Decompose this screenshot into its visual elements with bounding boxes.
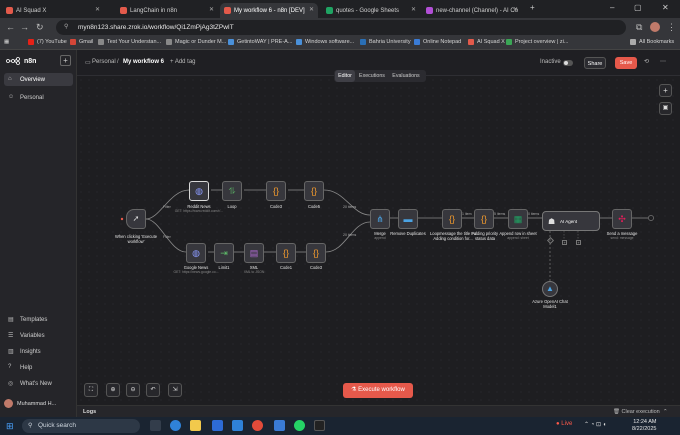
undo-icon[interactable]: ↶ (146, 383, 160, 397)
limit-icon: ⇥ (220, 248, 228, 258)
code3-node[interactable]: {} (266, 181, 286, 201)
file-explorer-icon[interactable] (190, 420, 201, 431)
node-label: When clicking 'Execute workflow' (115, 234, 157, 244)
add-memory-icon[interactable]: + (562, 240, 567, 245)
live-badge[interactable]: ● Live (556, 421, 572, 427)
zoom-to-fit-icon[interactable]: ⛶ (84, 383, 98, 397)
globe-icon: ◍ (195, 186, 203, 196)
system-tray-icons[interactable]: ⌃ ◔ ⊡ ◖ (584, 421, 606, 428)
remove-duplicates-node[interactable]: ▬ (398, 209, 418, 229)
node-subtitle: GET: https://news.google.co... (173, 270, 219, 274)
screen: AI Squad X ✕ LangChain in n8n ✕ My workf… (0, 0, 680, 435)
search-icon: ⚲ (28, 423, 33, 429)
azure-openai-node[interactable]: ▲ (542, 281, 558, 297)
code5-node[interactable]: {} (304, 181, 324, 201)
connection (323, 189, 371, 216)
windows-start-icon[interactable]: ⊞ (6, 421, 14, 432)
node-label: Code3 (309, 265, 323, 270)
clear-execution-button[interactable]: 🗑 Clear execution (613, 409, 660, 415)
zoom-in-icon[interactable]: ⊕ (106, 383, 120, 397)
priority-status-node[interactable]: {} (474, 209, 494, 229)
code1-node[interactable]: {} (276, 243, 296, 263)
chrome-icon[interactable] (252, 420, 263, 431)
task-view-icon[interactable] (150, 420, 161, 431)
node-subtitle: GET: https://www.reddit.com/r/... (174, 209, 224, 213)
node-subtitle: append (374, 236, 386, 240)
execute-workflow-button[interactable]: ⚗ Execute workflow (343, 383, 413, 398)
trigger-marker-icon (120, 217, 124, 221)
node-subtitle: append: sheet (507, 236, 529, 240)
os-taskbar: ⊞ ⚲ Quick search ● Live ⌃ ◔ ⊡ ◖ 12:24 AM… (0, 417, 680, 435)
node-subtitle: send: message (610, 236, 634, 240)
end-connector-icon (648, 215, 654, 221)
ai-agent-node[interactable]: ☗ AI Agent (542, 211, 600, 231)
append-sheet-node[interactable]: ▦ (508, 209, 528, 229)
code3-bottom-node[interactable]: {} (306, 243, 326, 263)
code-icon: {} (448, 214, 455, 224)
tidy-up-icon[interactable]: ⇲ (168, 383, 182, 397)
trash-icon: 🗑 (613, 409, 620, 415)
cursor-icon: ➚ (132, 214, 140, 223)
merge-node[interactable]: ⋔ (370, 209, 390, 229)
node-label: Azure OpenAI Chat Model1 (532, 299, 568, 309)
edge-icon[interactable] (170, 420, 181, 431)
loop-icon: ⥮ (228, 186, 236, 196)
merge-icon: ⋔ (376, 214, 384, 224)
google-sheets-icon: ▦ (513, 214, 523, 224)
slack-icon: ✣ (618, 214, 626, 224)
whatsapp-icon[interactable] (294, 420, 305, 431)
zoom-out-icon[interactable]: ⊖ (126, 383, 140, 397)
manual-trigger-node[interactable]: ➚ (126, 209, 146, 229)
globe-icon: ◍ (192, 248, 200, 258)
code-icon: {} (272, 186, 279, 196)
remove-duplicates-icon: ▬ (403, 214, 413, 224)
item-count: 1 item (462, 212, 472, 216)
expand-logs-icon[interactable]: ⌃ (663, 409, 668, 415)
code-icon: {} (480, 214, 487, 224)
logs-label: Logs (83, 409, 97, 415)
code-icon: {} (310, 186, 317, 196)
reddit-news-node[interactable]: ◍ (189, 181, 209, 201)
add-tool-icon[interactable]: + (576, 240, 581, 245)
mail-icon[interactable] (232, 420, 243, 431)
limit1-node[interactable]: ⇥ (214, 243, 234, 263)
send-message-node[interactable]: ✣ (612, 209, 632, 229)
code-icon: {} (312, 248, 319, 258)
terminal-icon[interactable] (314, 420, 325, 431)
loop-title-node[interactable]: {} (442, 209, 462, 229)
google-news-node[interactable]: ◍ (186, 243, 206, 263)
app-icon[interactable] (212, 420, 223, 431)
item-count: 5 items (494, 212, 506, 216)
system-clock[interactable]: 12:24 AM 8/22/2025 (632, 419, 656, 433)
taskbar-search[interactable]: ⚲ Quick search (22, 419, 140, 433)
loop-node[interactable]: ⥮ (222, 181, 242, 201)
item-count: 20 items (343, 205, 357, 209)
xml-node[interactable]: ▤ (244, 243, 264, 263)
xml-file-icon: ▤ (249, 248, 259, 258)
code-icon: {} (282, 248, 289, 258)
app-icon[interactable] (274, 420, 285, 431)
branch-label: Filter (163, 235, 171, 239)
logs-panel[interactable]: Logs 🗑 Clear execution ⌃ (77, 405, 680, 417)
robot-icon: ☗ (548, 217, 556, 226)
azure-icon: ▲ (546, 284, 554, 293)
branch-label: Filter (163, 205, 171, 209)
node-label: Code5 (307, 204, 321, 209)
node-subtitle: XML to JSON (243, 270, 265, 274)
node-label: AI Agent (560, 219, 578, 224)
